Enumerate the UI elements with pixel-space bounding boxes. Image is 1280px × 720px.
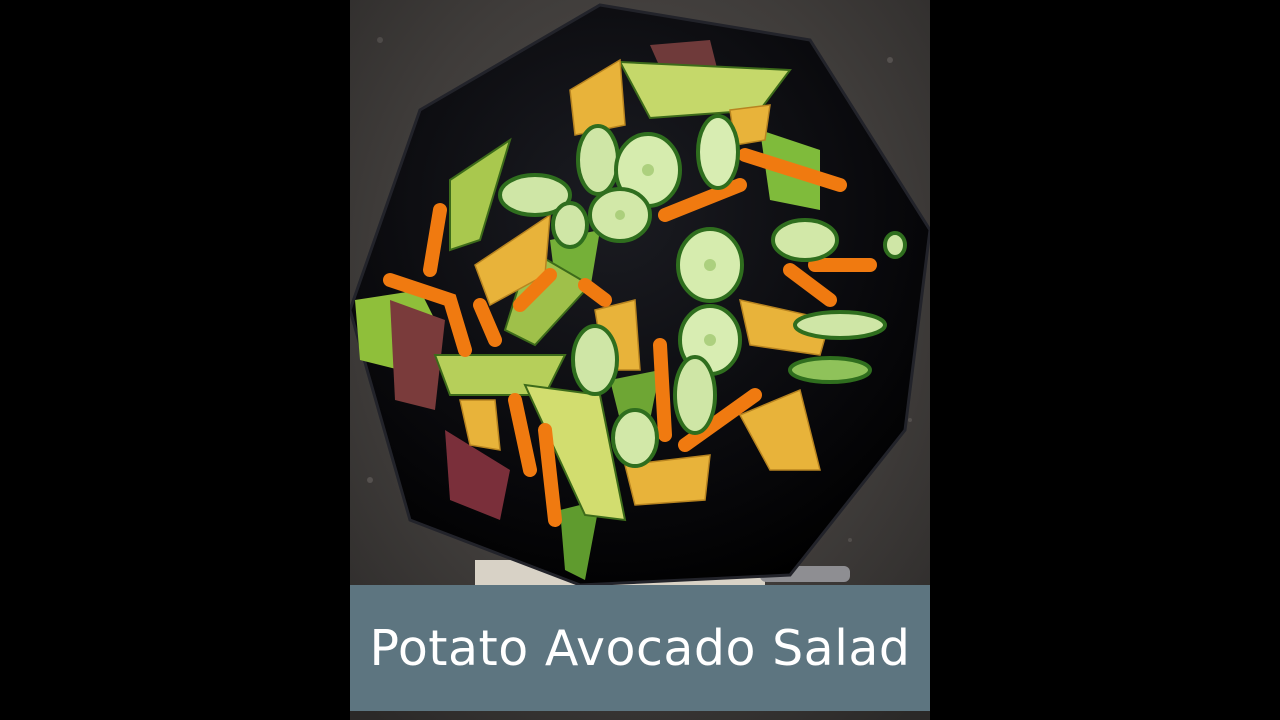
video-frame: Potato Avocado Salad (0, 0, 1280, 720)
video-title: Potato Avocado Salad (369, 619, 911, 677)
caption-bar: Potato Avocado Salad (350, 585, 930, 711)
